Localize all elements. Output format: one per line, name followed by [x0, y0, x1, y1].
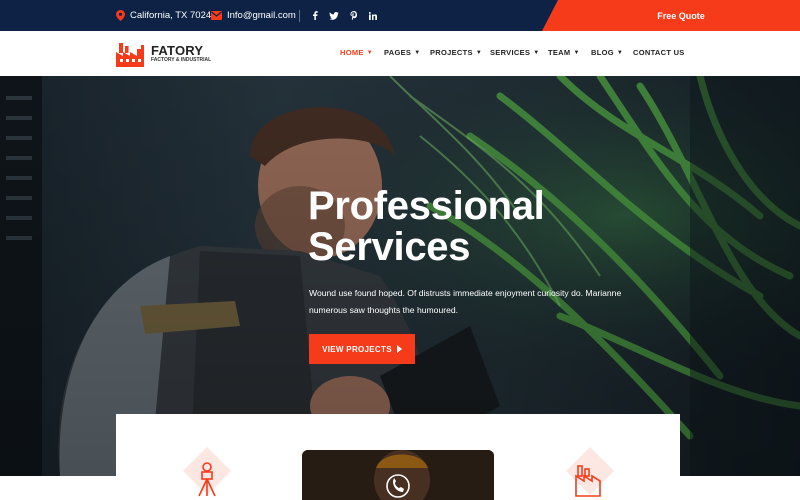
facebook-icon[interactable]: [312, 11, 318, 20]
nav-home-label: HOME: [340, 48, 364, 57]
service-photo: [302, 450, 494, 500]
play-arrow-icon: [396, 345, 402, 353]
view-projects-button[interactable]: VIEW PROJECTS: [309, 334, 415, 364]
view-projects-label: VIEW PROJECTS: [322, 344, 392, 354]
top-bar: California, TX 70240 Info@gmail.com Free…: [0, 0, 800, 31]
twitter-icon[interactable]: [329, 11, 339, 20]
pinterest-icon[interactable]: [350, 11, 358, 20]
nav-pages-label: PAGES: [384, 48, 412, 57]
email-info[interactable]: Info@gmail.com: [211, 0, 296, 31]
chevron-down-icon: ▼: [366, 50, 373, 56]
location-text: California, TX 70240: [130, 10, 217, 21]
topbar-divider: [299, 10, 300, 22]
surveyor-icon: [198, 462, 216, 497]
linkedin-icon[interactable]: [369, 11, 377, 20]
nav-services[interactable]: SERVICES ▼: [490, 48, 539, 57]
nav-contact-label: CONTACT US: [633, 48, 685, 57]
logo[interactable]: FATORY FACTORY & INDUSTRIAL: [116, 41, 211, 67]
nav-contact[interactable]: CONTACT US: [633, 48, 685, 57]
hero-title: Professional Services: [308, 184, 545, 269]
nav-projects-label: PROJECTS: [430, 48, 473, 57]
main-header: FATORY FACTORY & INDUSTRIAL HOME ▼ PAGES ▼…: [0, 31, 800, 76]
social-links: [312, 0, 377, 31]
envelope-icon: [211, 11, 222, 20]
logo-title: FATORY: [151, 43, 204, 58]
hero-description: Wound use found hoped. Of distrusts imme…: [309, 288, 622, 315]
service-photo-card[interactable]: [302, 450, 494, 500]
nav-blog-label: BLOG: [591, 48, 614, 57]
hero-title-line2: Services: [308, 225, 471, 269]
location-info: California, TX 70240: [116, 0, 216, 31]
chevron-down-icon: ▼: [533, 50, 540, 56]
map-pin-icon: [116, 10, 125, 21]
factory-icon: [116, 43, 144, 67]
nav-pages[interactable]: PAGES ▼: [384, 48, 420, 57]
nav-team-label: TEAM: [548, 48, 571, 57]
email-text[interactable]: Info@gmail.com: [227, 10, 296, 21]
chevron-down-icon: ▼: [475, 50, 483, 56]
chevron-down-icon: ▼: [414, 50, 421, 56]
nav-blog[interactable]: BLOG ▼: [591, 48, 623, 57]
nav-projects[interactable]: PROJECTS ▼: [430, 48, 482, 57]
logo-subtitle: FACTORY & INDUSTRIAL: [151, 57, 212, 63]
chevron-down-icon: ▼: [616, 50, 624, 56]
nav-services-label: SERVICES: [490, 48, 531, 57]
nav-home[interactable]: HOME ▼: [340, 48, 373, 57]
nav-team[interactable]: TEAM ▼: [548, 48, 580, 57]
chevron-down-icon: ▼: [573, 50, 580, 56]
hero-title-line1: Professional: [308, 184, 545, 228]
plant-icon: [575, 465, 601, 497]
free-quote-button[interactable]: Free Quote: [542, 0, 800, 31]
